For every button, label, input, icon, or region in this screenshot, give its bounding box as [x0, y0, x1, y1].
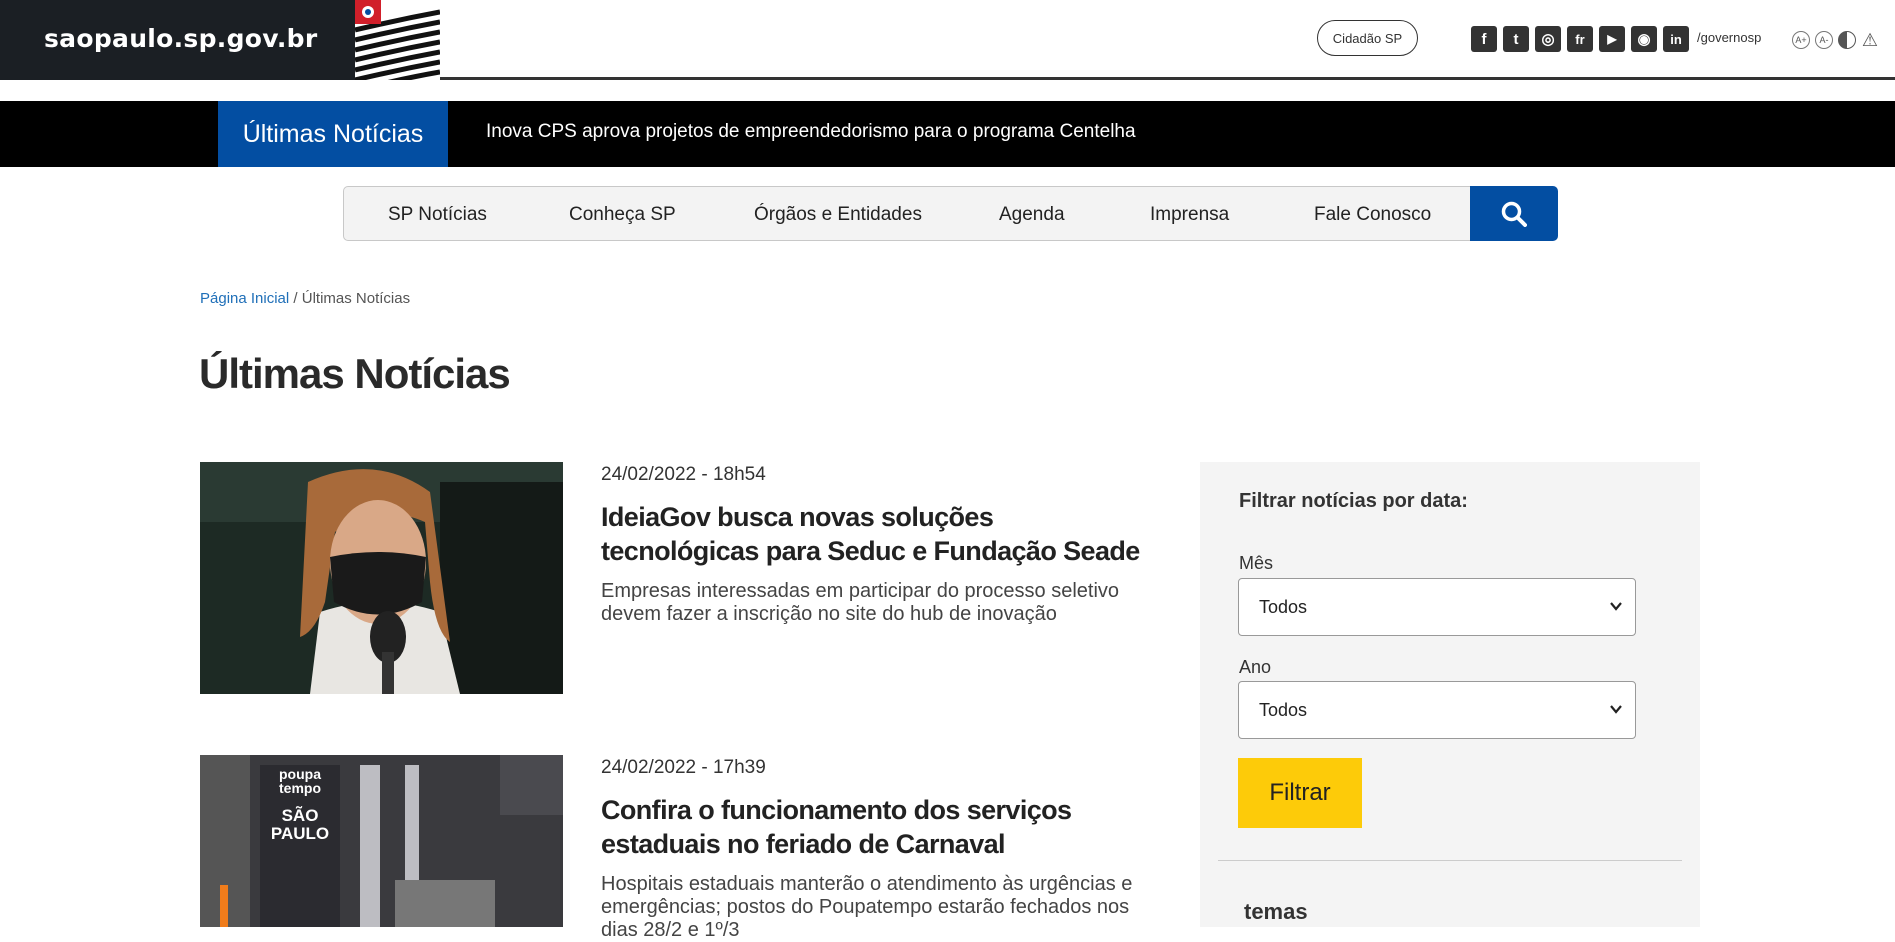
- month-label: Mês: [1239, 553, 1274, 573]
- search-icon: [1501, 201, 1527, 227]
- flickr-icon[interactable]: fr: [1567, 26, 1593, 52]
- accessibility-tools: A+ A- ⚠: [1792, 30, 1879, 50]
- svg-text:tempo: tempo: [279, 780, 321, 796]
- date-filter-panel: Filtrar notícias por data: Mês Todos Ano…: [1200, 462, 1700, 927]
- news-item: 24/02/2022 - 18h54 IdeiaGov busca novas …: [200, 462, 1140, 702]
- nav-item-fale-conosco[interactable]: Fale Conosco: [1314, 204, 1431, 226]
- svg-text:SÃO: SÃO: [282, 805, 319, 825]
- month-select-value: Todos: [1259, 596, 1308, 617]
- linkedin-icon[interactable]: in: [1663, 26, 1689, 52]
- news-thumbnail[interactable]: [200, 462, 563, 694]
- social-icons: f t ◎ fr ▶ ◉ in: [1471, 26, 1689, 52]
- news-item: poupa tempo SÃO PAULO 24/02/2022 - 17h39…: [200, 755, 1141, 941]
- main-nav: SP Notícias Conheça SP Órgãos e Entidade…: [343, 186, 1558, 241]
- nav-item-conheca-sp[interactable]: Conheça SP: [569, 204, 676, 226]
- news-ticker: Últimas Notícias Inova CPS aprova projet…: [0, 101, 1895, 167]
- instagram-icon[interactable]: ◎: [1535, 26, 1561, 52]
- year-select-value: Todos: [1259, 699, 1308, 720]
- filter-button[interactable]: Filtrar: [1238, 758, 1362, 828]
- search-button[interactable]: [1470, 186, 1558, 241]
- temas-heading: temas: [1244, 899, 1308, 924]
- social-handle[interactable]: /governosp: [1697, 30, 1761, 45]
- chevron-down-icon: [1610, 602, 1622, 611]
- month-select[interactable]: Todos: [1238, 578, 1636, 636]
- ticker-label[interactable]: Últimas Notícias: [218, 101, 448, 167]
- divider: [1218, 860, 1682, 861]
- news-date: 24/02/2022 - 17h39: [601, 757, 766, 778]
- breadcrumb-separator: /: [289, 290, 302, 307]
- page-title: Últimas Notícias: [199, 350, 511, 397]
- font-decrease-icon[interactable]: A-: [1815, 31, 1833, 49]
- year-select[interactable]: Todos: [1238, 681, 1636, 739]
- site-header: saopaulo.sp.gov.br Cidadão SP f t ◎ fr ▶…: [0, 0, 1895, 80]
- twitter-icon[interactable]: t: [1503, 26, 1529, 52]
- poupatempo-building-photo: poupa tempo SÃO PAULO: [200, 755, 563, 927]
- contrast-icon[interactable]: [1838, 31, 1856, 49]
- news-date: 24/02/2022 - 18h54: [601, 464, 766, 485]
- breadcrumb-home[interactable]: Página Inicial: [200, 290, 289, 307]
- breadcrumb-current: Últimas Notícias: [301, 290, 411, 307]
- facebook-icon[interactable]: f: [1471, 26, 1497, 52]
- breadcrumb: Página Inicial / Últimas Notícias: [200, 290, 410, 307]
- news-title[interactable]: IdeiaGov busca novas soluções tecnológic…: [601, 500, 1141, 568]
- chevron-down-icon: [1610, 705, 1622, 714]
- spotify-icon[interactable]: ◉: [1631, 26, 1657, 52]
- site-logo[interactable]: saopaulo.sp.gov.br: [0, 0, 357, 80]
- nav-item-orgaos[interactable]: Órgãos e Entidades: [754, 204, 922, 226]
- cidadao-sp-button[interactable]: Cidadão SP: [1317, 20, 1418, 56]
- year-label: Ano: [1239, 657, 1272, 677]
- ticker-headline[interactable]: Inova CPS aprova projetos de empreendedo…: [486, 121, 1136, 143]
- nav-item-sp-noticias[interactable]: SP Notícias: [388, 204, 487, 226]
- nav-item-imprensa[interactable]: Imprensa: [1150, 204, 1229, 226]
- sao-paulo-flag-icon: [355, 0, 440, 80]
- news-subtitle: Hospitais estaduais manterão o atendimen…: [601, 873, 1133, 941]
- news-thumbnail[interactable]: poupa tempo SÃO PAULO: [200, 755, 563, 927]
- filter-title: Filtrar notícias por data:: [1239, 490, 1468, 512]
- woman-with-microphone-photo: [200, 462, 563, 694]
- youtube-icon[interactable]: ▶: [1599, 26, 1625, 52]
- news-subtitle: Empresas interessadas em participar do p…: [601, 580, 1120, 625]
- nav-item-agenda[interactable]: Agenda: [999, 204, 1065, 226]
- font-increase-icon[interactable]: A+: [1792, 31, 1810, 49]
- svg-text:PAULO: PAULO: [271, 824, 329, 843]
- warning-icon[interactable]: ⚠: [1861, 30, 1879, 50]
- site-name[interactable]: saopaulo.sp.gov.br: [44, 24, 317, 53]
- news-title[interactable]: Confira o funcionamento dos serviços est…: [601, 793, 1141, 861]
